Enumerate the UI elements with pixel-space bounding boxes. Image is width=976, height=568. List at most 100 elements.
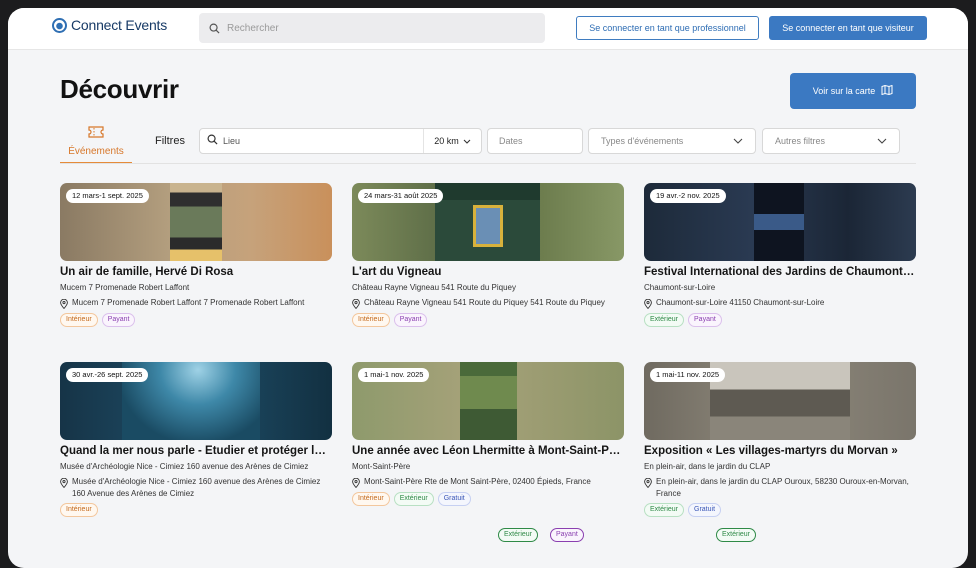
event-tags: Extérieur Payant [644,313,916,327]
event-card[interactable]: 1 mai-1 nov. 2025 Une année avec Léon Lh… [352,362,624,506]
event-title[interactable]: Quand la mer nous parle - Étudier et pro… [60,445,332,457]
event-address-text: Mont-Saint-Père Rte de Mont Saint-Père, … [364,477,591,486]
logo-text: Connect Events [71,17,168,33]
logo[interactable]: Connect Events [52,17,167,33]
map-icon [881,84,893,97]
dates-placeholder: Dates [499,136,523,146]
event-title[interactable]: L'art du Vigneau [352,266,624,278]
tag-interieur: Intérieur [352,492,390,506]
event-address-text: En plein-air, dans le jardin du CLAP Our… [656,477,909,498]
search-input[interactable]: Rechercher [199,13,545,43]
event-card[interactable]: 12 mars-1 sept. 2025 Un air de famille, … [60,183,332,327]
tab-events[interactable]: Événements [60,124,132,164]
event-date-badge: 1 mai-11 nov. 2025 [650,368,726,382]
ticket-icon [88,125,104,143]
event-venue: Musée d'Archéologie Nice - Cimiez 160 av… [60,462,309,471]
painting-frame [473,205,503,247]
event-address: Château Rayne Vigneau 541 Route du Pique… [352,297,624,309]
dates-input[interactable]: Dates [487,128,583,154]
logo-globe-icon [52,17,67,33]
event-venue: Château Rayne Vigneau 541 Route du Pique… [352,283,516,292]
event-tags: Intérieur Payant [60,313,332,327]
tag-gratuit: Gratuit [688,503,722,517]
event-date-badge: 12 mars-1 sept. 2025 [66,189,149,203]
other-filters-select[interactable]: Autres filtres [762,128,900,154]
tag-exterieur: Extérieur [644,313,685,327]
search-placeholder: Rechercher [227,22,279,34]
top-bar: Connect Events Rechercher Se connecter e… [8,8,968,50]
tag-interieur: Intérieur [60,503,98,517]
event-address: Chaumont-sur-Loire 41150 Chaumont-sur-Lo… [644,297,916,309]
tag-gratuit: Gratuit [437,492,471,506]
event-date-badge: 30 avr.-26 sept. 2025 [66,368,149,382]
location-pin-icon [352,478,360,488]
tag-payant: Payant [688,313,722,327]
event-card[interactable]: 24 mars-31 août 2025 L'art du Vigneau Ch… [352,183,624,327]
event-title[interactable]: Une année avec Léon Lhermitte à Mont-Sai… [352,445,624,457]
event-address: En plein-air, dans le jardin du CLAP Our… [644,476,916,499]
event-types-select[interactable]: Types d'événements [588,128,756,154]
chevron-down-icon [877,136,887,146]
event-image: 1 mai-1 nov. 2025 [352,362,624,440]
event-venue: Chaumont-sur-Loire [644,283,716,292]
location-placeholder: Lieu [223,136,241,146]
search-icon [209,23,220,34]
event-image: 30 avr.-26 sept. 2025 [60,362,332,440]
event-address-text: Château Rayne Vigneau 541 Route du Pique… [364,298,605,307]
tag-exterieur: Extérieur [644,503,685,517]
event-venue: En plein-air, dans le jardin du CLAP [644,462,771,471]
location-pin-icon [644,478,652,499]
view-map-label: Voir sur la carte [812,86,876,96]
view-map-button[interactable]: Voir sur la carte [790,73,916,109]
chevron-down-icon [733,136,743,146]
visitor-login-button[interactable]: Se connecter en tant que visiteur [769,16,927,40]
tag-exterieur: Extérieur [393,492,434,506]
location-pin-icon [352,299,360,309]
location-input[interactable]: Lieu 20 km [199,128,482,154]
search-icon [207,132,218,150]
event-image: 1 mai-11 nov. 2025 [644,362,916,440]
event-title[interactable]: Exposition « Les villages-martyrs du Mor… [644,445,916,457]
event-tags: Intérieur Payant [352,313,624,327]
event-date-badge: 24 mars-31 août 2025 [358,189,444,203]
event-tags: Intérieur [60,503,332,517]
event-card[interactable]: 19 avr.-2 nov. 2025 Festival Internation… [644,183,916,327]
tag-interieur: Intérieur [60,313,98,327]
event-address-text: Chaumont-sur-Loire 41150 Chaumont-sur-Lo… [656,298,825,307]
event-image: 19 avr.-2 nov. 2025 [644,183,916,261]
tag-exterieur: Extérieur [498,528,539,542]
tag-payant: Payant [550,528,584,542]
event-date-badge: 1 mai-1 nov. 2025 [358,368,430,382]
event-address-text: Mucem 7 Promenade Robert Laffont 7 Prome… [72,298,305,307]
event-types-placeholder: Types d'événements [601,136,684,146]
event-address: Musée d'Archéologie Nice - Cimiez 160 av… [60,476,332,499]
radius-select[interactable]: 20 km [423,129,481,153]
event-address-text: Musée d'Archéologie Nice - Cimiez 160 av… [72,477,321,498]
event-venue: Mont-Saint-Père [352,462,411,471]
event-address: Mont-Saint-Père Rte de Mont Saint-Père, … [352,476,624,488]
page-title: Découvrir [60,74,179,104]
event-tags: Extérieur Gratuit [644,503,916,517]
other-filters-placeholder: Autres filtres [775,136,826,146]
event-tags: Intérieur Extérieur Gratuit [352,492,624,506]
event-title[interactable]: Festival International des Jardins de Ch… [644,266,916,278]
filters-label: Filtres [155,135,185,147]
tag-interieur: Intérieur [352,313,390,327]
event-address: Mucem 7 Promenade Robert Laffont 7 Prome… [60,297,332,309]
event-date-badge: 19 avr.-2 nov. 2025 [650,189,726,203]
radius-value: 20 km [434,136,459,146]
tag-exterieur: Extérieur [716,528,757,542]
tag-payant: Payant [393,313,428,327]
location-pin-icon [644,299,652,309]
event-card[interactable]: 1 mai-11 nov. 2025 Exposition « Les vill… [644,362,916,517]
event-image: 12 mars-1 sept. 2025 [60,183,332,261]
event-card[interactable]: 30 avr.-26 sept. 2025 Quand la mer nous … [60,362,332,517]
pro-login-button[interactable]: Se connecter en tant que professionnel [576,16,759,40]
event-title[interactable]: Un air de famille, Hervé Di Rosa [60,266,332,278]
tab-events-label: Événements [68,146,124,157]
chevron-down-icon [463,136,471,146]
event-image: 24 mars-31 août 2025 [352,183,624,261]
tag-payant: Payant [101,313,136,327]
location-pin-icon [60,478,68,499]
tabs-divider [60,163,916,164]
